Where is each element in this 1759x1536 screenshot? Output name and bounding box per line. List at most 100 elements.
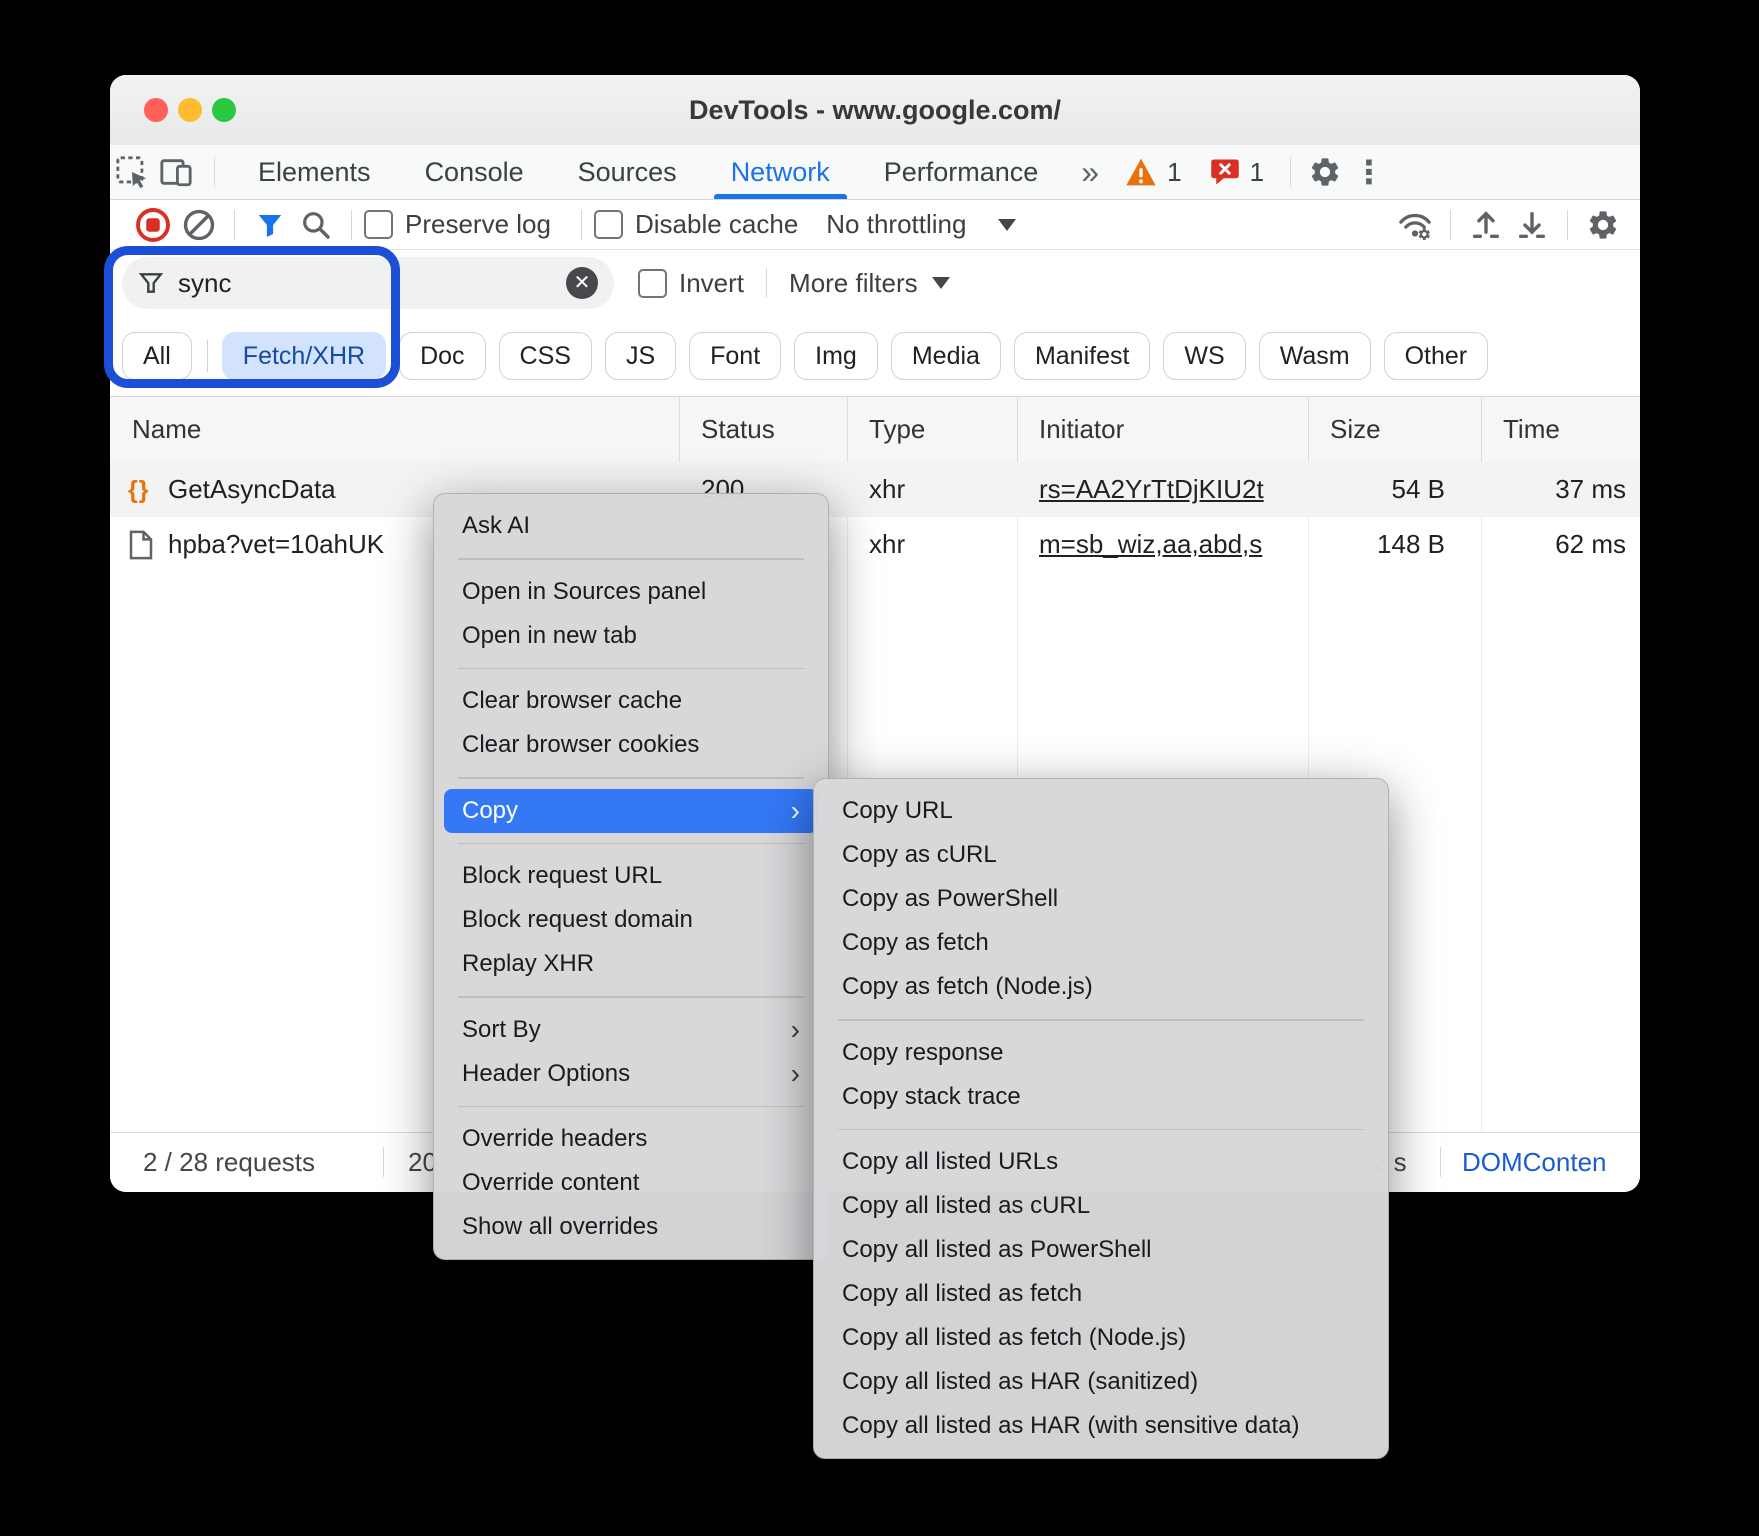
menu-item-copy-as-fetch-nodejs[interactable]: Copy as fetch (Node.js) [814, 965, 1388, 1009]
menu-item-copy-all-listed-urls[interactable]: Copy all listed URLs [814, 1140, 1388, 1184]
table-row[interactable]: hpba?vet=10ahUK xhr m=sb_wiz,aa,abd,s 14… [110, 517, 1640, 572]
network-conditions-icon[interactable] [1392, 202, 1438, 248]
menu-item-open-in-new-tab[interactable]: Open in new tab [434, 614, 828, 658]
menu-item-copy-url[interactable]: Copy URL [814, 789, 1388, 833]
menu-item-copy-all-listed-as-powershell[interactable]: Copy all listed as PowerShell [814, 1228, 1388, 1272]
divider [207, 340, 208, 372]
menu-item-ask-ai[interactable]: Ask AI [434, 504, 828, 548]
errors-badge[interactable]: 1 [1196, 157, 1278, 188]
filter-toggle-icon[interactable] [247, 202, 293, 248]
clear-network-log-icon[interactable] [176, 202, 222, 248]
type-filter-font[interactable]: Font [689, 332, 781, 380]
menu-item-override-headers[interactable]: Override headers [434, 1117, 828, 1161]
menu-item-clear-browser-cache[interactable]: Clear browser cache [434, 679, 828, 723]
menu-item-open-in-sources[interactable]: Open in Sources panel [434, 570, 828, 614]
settings-gear-icon[interactable] [1303, 150, 1347, 194]
network-settings-gear-icon[interactable] [1580, 202, 1626, 248]
divider [458, 777, 804, 779]
divider [766, 268, 767, 298]
menu-item-copy-all-listed-as-fetch[interactable]: Copy all listed as fetch [814, 1272, 1388, 1316]
request-type-filters: All Fetch/XHR Doc CSS JS Font Img Media … [110, 316, 1640, 397]
divider [1290, 157, 1291, 187]
throttling-select[interactable]: No throttling [826, 209, 966, 240]
more-filters-caret-icon [932, 277, 950, 289]
divider [458, 996, 804, 998]
divider [458, 1106, 804, 1108]
devtools-tab-bar: Elements Console Sources Network Perform… [110, 145, 1640, 200]
table-row[interactable]: {} GetAsyncData 200 xhr rs=AA2YrTtDjKIU2… [110, 462, 1640, 517]
type-filter-fetch-xhr[interactable]: Fetch/XHR [222, 332, 386, 380]
export-har-icon[interactable] [1509, 202, 1555, 248]
import-har-icon[interactable] [1463, 202, 1509, 248]
menu-item-copy-stack-trace[interactable]: Copy stack trace [814, 1075, 1388, 1119]
type-filter-css[interactable]: CSS [499, 332, 592, 380]
column-header-status[interactable]: Status [701, 397, 775, 462]
menu-item-copy-all-listed-as-fetch-nodejs[interactable]: Copy all listed as fetch (Node.js) [814, 1316, 1388, 1360]
search-icon[interactable] [293, 202, 339, 248]
more-tabs-icon[interactable]: » [1065, 154, 1111, 191]
menu-item-block-request-domain[interactable]: Block request domain [434, 898, 828, 942]
submenu-chevron-icon: › [791, 789, 800, 833]
type-filter-wasm[interactable]: Wasm [1259, 332, 1371, 380]
column-header-time[interactable]: Time [1503, 397, 1560, 462]
request-initiator[interactable]: rs=AA2YrTtDjKIU2t [1039, 462, 1301, 517]
preserve-log-checkbox[interactable] [364, 210, 393, 239]
requests-table-header: Name Status Type Initiator Size Time [110, 397, 1640, 463]
type-filter-media[interactable]: Media [891, 332, 1001, 380]
document-icon [128, 517, 164, 572]
menu-item-sort-by[interactable]: Sort By› [434, 1008, 828, 1052]
warning-count: 1 [1167, 157, 1181, 188]
warnings-badge[interactable]: 1 [1111, 157, 1195, 188]
filter-input[interactable]: sync ✕ [122, 257, 614, 309]
column-header-size[interactable]: Size [1330, 397, 1381, 462]
menu-item-copy-as-powershell[interactable]: Copy as PowerShell [814, 877, 1388, 921]
menu-item-replay-xhr[interactable]: Replay XHR [434, 942, 828, 986]
type-filter-js[interactable]: JS [605, 332, 676, 380]
menu-item-copy[interactable]: Copy› [444, 789, 818, 833]
tab-network[interactable]: Network [704, 146, 857, 199]
menu-item-copy-all-listed-as-har-sanitized[interactable]: Copy all listed as HAR (sanitized) [814, 1360, 1388, 1404]
type-filter-img[interactable]: Img [794, 332, 878, 380]
request-type: xhr [869, 462, 1009, 517]
menu-item-copy-all-listed-as-har-sensitive[interactable]: Copy all listed as HAR (with sensitive d… [814, 1404, 1388, 1448]
divider [458, 668, 804, 670]
invert-checkbox[interactable] [638, 269, 667, 298]
menu-item-copy-as-fetch[interactable]: Copy as fetch [814, 921, 1388, 965]
menu-item-clear-browser-cookies[interactable]: Clear browser cookies [434, 723, 828, 767]
type-filter-manifest[interactable]: Manifest [1014, 332, 1150, 380]
more-filters-dropdown[interactable]: More filters [789, 268, 918, 299]
menu-item-header-options[interactable]: Header Options› [434, 1052, 828, 1096]
tab-performance[interactable]: Performance [857, 146, 1066, 199]
requests-summary: 2 / 28 requests [143, 1133, 315, 1191]
record-network-log-button[interactable] [130, 202, 176, 248]
menu-item-copy-as-curl[interactable]: Copy as cURL [814, 833, 1388, 877]
network-toolbar: Preserve log Disable cache No throttling [110, 200, 1640, 250]
menu-item-copy-response[interactable]: Copy response [814, 1031, 1388, 1075]
menu-item-override-content[interactable]: Override content [434, 1161, 828, 1205]
device-toolbar-icon[interactable] [154, 150, 198, 194]
type-filter-ws[interactable]: WS [1163, 332, 1245, 380]
divider [838, 1019, 1364, 1021]
disable-cache-checkbox[interactable] [594, 210, 623, 239]
type-filter-other[interactable]: Other [1384, 332, 1489, 380]
tab-elements[interactable]: Elements [231, 146, 398, 199]
type-filter-all[interactable]: All [122, 332, 192, 380]
column-header-initiator[interactable]: Initiator [1039, 397, 1124, 462]
column-header-name[interactable]: Name [132, 397, 201, 462]
clear-filter-icon[interactable]: ✕ [566, 267, 598, 299]
tab-sources[interactable]: Sources [551, 146, 704, 199]
error-icon [1210, 157, 1240, 187]
inspect-element-icon[interactable] [110, 150, 154, 194]
dom-content-loaded-link[interactable]: DOMConten [1462, 1133, 1640, 1191]
filter-input-value: sync [178, 268, 566, 299]
menu-item-show-all-overrides[interactable]: Show all overrides [434, 1205, 828, 1249]
kebab-menu-icon[interactable]: ⋮ [1347, 153, 1403, 191]
divider [234, 210, 235, 240]
type-filter-doc[interactable]: Doc [399, 332, 485, 380]
menu-item-block-request-url[interactable]: Block request URL [434, 854, 828, 898]
column-header-type[interactable]: Type [869, 397, 925, 462]
divider [1450, 210, 1451, 240]
request-initiator[interactable]: m=sb_wiz,aa,abd,s [1039, 517, 1301, 572]
tab-console[interactable]: Console [398, 146, 551, 199]
menu-item-copy-all-listed-as-curl[interactable]: Copy all listed as cURL [814, 1184, 1388, 1228]
